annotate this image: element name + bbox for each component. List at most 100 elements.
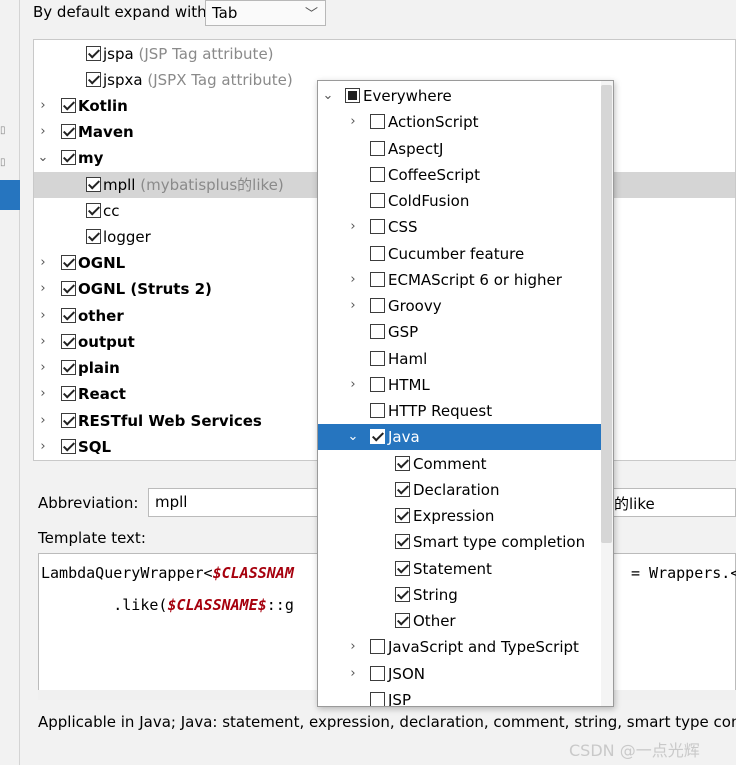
checkbox[interactable] xyxy=(61,360,76,375)
checkbox[interactable] xyxy=(370,140,385,156)
context-item[interactable]: › JavaScript and TypeScript xyxy=(318,634,613,660)
context-popup[interactable]: JSP › JSON › JavaScript and TypeScript Other S… xyxy=(317,80,614,707)
checkbox[interactable] xyxy=(61,98,76,113)
selected-settings-item[interactable] xyxy=(0,180,20,210)
chevron-right-icon[interactable]: › xyxy=(37,434,49,460)
context-item[interactable]: › CSS xyxy=(318,214,613,240)
context-item[interactable]: CoffeeScript xyxy=(318,162,613,188)
chevron-right-icon[interactable]: › xyxy=(347,293,359,319)
checkbox[interactable] xyxy=(395,613,410,628)
context-label: HTTP Request xyxy=(388,402,493,420)
context-item[interactable]: GSP xyxy=(318,319,613,345)
checkbox[interactable] xyxy=(395,455,410,471)
checkbox[interactable] xyxy=(370,271,385,287)
expand-with-select[interactable]: Tab ﹀ xyxy=(205,0,326,26)
checkbox[interactable] xyxy=(395,481,410,497)
checkbox[interactable] xyxy=(61,334,76,349)
chevron-right-icon[interactable]: › xyxy=(37,408,49,434)
chevron-right-icon[interactable]: › xyxy=(37,276,49,302)
checkbox[interactable] xyxy=(61,413,76,428)
checkbox[interactable] xyxy=(370,245,385,261)
checkbox[interactable] xyxy=(370,166,385,182)
checkbox[interactable] xyxy=(370,403,385,418)
checkbox[interactable] xyxy=(61,281,76,296)
context-item[interactable]: ColdFusion xyxy=(318,188,613,214)
context-label: Groovy xyxy=(388,297,442,315)
chevron-right-icon[interactable]: › xyxy=(37,329,49,355)
chevron-right-icon[interactable]: › xyxy=(347,109,359,135)
chevron-right-icon[interactable]: › xyxy=(347,267,359,293)
chevron-right-icon[interactable]: › xyxy=(347,214,359,240)
checkbox[interactable] xyxy=(61,150,76,165)
context-label: GSP xyxy=(388,323,419,342)
context-item[interactable]: › HTML xyxy=(318,372,613,398)
context-item[interactable]: Expression xyxy=(318,503,613,529)
chevron-right-icon[interactable]: › xyxy=(37,93,49,119)
context-item[interactable]: String xyxy=(318,582,613,608)
chevron-right-icon[interactable]: › xyxy=(347,661,359,687)
context-item[interactable]: JSP xyxy=(318,687,613,706)
context-item[interactable]: Comment xyxy=(318,451,613,477)
context-item[interactable]: ⌄ Java xyxy=(318,424,613,451)
template-text: output xyxy=(78,329,135,355)
template-code: LambdaQueryWrapper< xyxy=(41,564,213,582)
checkbox[interactable] xyxy=(370,691,385,706)
checkbox[interactable] xyxy=(370,376,385,392)
chevron-right-icon[interactable]: › xyxy=(37,119,49,145)
checkbox[interactable] xyxy=(370,429,385,445)
checkbox[interactable] xyxy=(395,508,410,523)
checkbox[interactable] xyxy=(370,665,385,681)
checkbox[interactable] xyxy=(370,350,385,366)
checkbox[interactable] xyxy=(370,193,385,208)
checkbox[interactable] xyxy=(86,203,101,218)
checkbox[interactable] xyxy=(86,177,101,192)
expand-with-label: By default expand with xyxy=(33,3,207,21)
abbreviation-input[interactable]: mpll xyxy=(148,488,318,517)
template-label: output xyxy=(78,333,135,351)
chevron-right-icon[interactable]: › xyxy=(37,303,49,329)
checkbox[interactable] xyxy=(61,439,76,454)
checkbox[interactable] xyxy=(61,386,76,401)
checkbox[interactable] xyxy=(86,46,101,61)
context-item[interactable]: AspectJ xyxy=(318,136,613,162)
popup-scrollbar-thumb[interactable] xyxy=(601,85,612,543)
chevron-right-icon[interactable]: › xyxy=(37,250,49,276)
context-label: Declaration xyxy=(413,480,500,499)
checkbox[interactable] xyxy=(61,124,76,139)
context-item[interactable]: Declaration xyxy=(318,477,613,503)
checkbox[interactable] xyxy=(395,560,410,576)
chevron-down-icon[interactable]: ⌄ xyxy=(347,424,359,450)
context-item[interactable]: ⌄ Everywhere xyxy=(318,83,613,109)
context-item[interactable]: › ActionScript xyxy=(318,109,613,135)
chevron-right-icon[interactable]: › xyxy=(37,381,49,407)
checkbox[interactable] xyxy=(395,586,410,602)
context-item[interactable]: Smart type completion xyxy=(318,529,613,555)
checkbox[interactable] xyxy=(370,639,385,655)
checkbox[interactable] xyxy=(395,534,410,550)
checkbox[interactable] xyxy=(370,324,385,340)
checkbox[interactable] xyxy=(345,88,360,103)
context-item[interactable]: Cucumber feature xyxy=(318,241,613,267)
context-item[interactable]: Other xyxy=(318,608,613,634)
checkbox[interactable] xyxy=(370,114,385,130)
checkbox[interactable] xyxy=(86,72,101,87)
context-item[interactable]: › ECMAScript 6 or higher xyxy=(318,267,613,293)
checkbox[interactable] xyxy=(370,298,385,313)
checkbox[interactable] xyxy=(370,219,385,235)
chevron-down-icon[interactable]: ⌄ xyxy=(322,83,334,109)
context-item[interactable]: › JSON xyxy=(318,661,613,687)
template-text: my xyxy=(78,145,103,171)
chevron-right-icon[interactable]: › xyxy=(347,372,359,398)
template-row[interactable]: jspa (JSP Tag attribute) xyxy=(34,41,735,67)
context-item[interactable]: Haml xyxy=(318,346,613,372)
context-item[interactable]: › Groovy xyxy=(318,293,613,319)
context-label: Everywhere xyxy=(363,87,452,105)
checkbox[interactable] xyxy=(61,255,76,270)
checkbox[interactable] xyxy=(61,308,76,323)
chevron-down-icon[interactable]: ⌄ xyxy=(37,145,49,171)
context-item[interactable]: HTTP Request xyxy=(318,398,613,424)
checkbox[interactable] xyxy=(86,229,101,244)
chevron-right-icon[interactable]: › xyxy=(37,355,49,381)
chevron-right-icon[interactable]: › xyxy=(347,634,359,660)
context-item[interactable]: Statement xyxy=(318,556,613,582)
